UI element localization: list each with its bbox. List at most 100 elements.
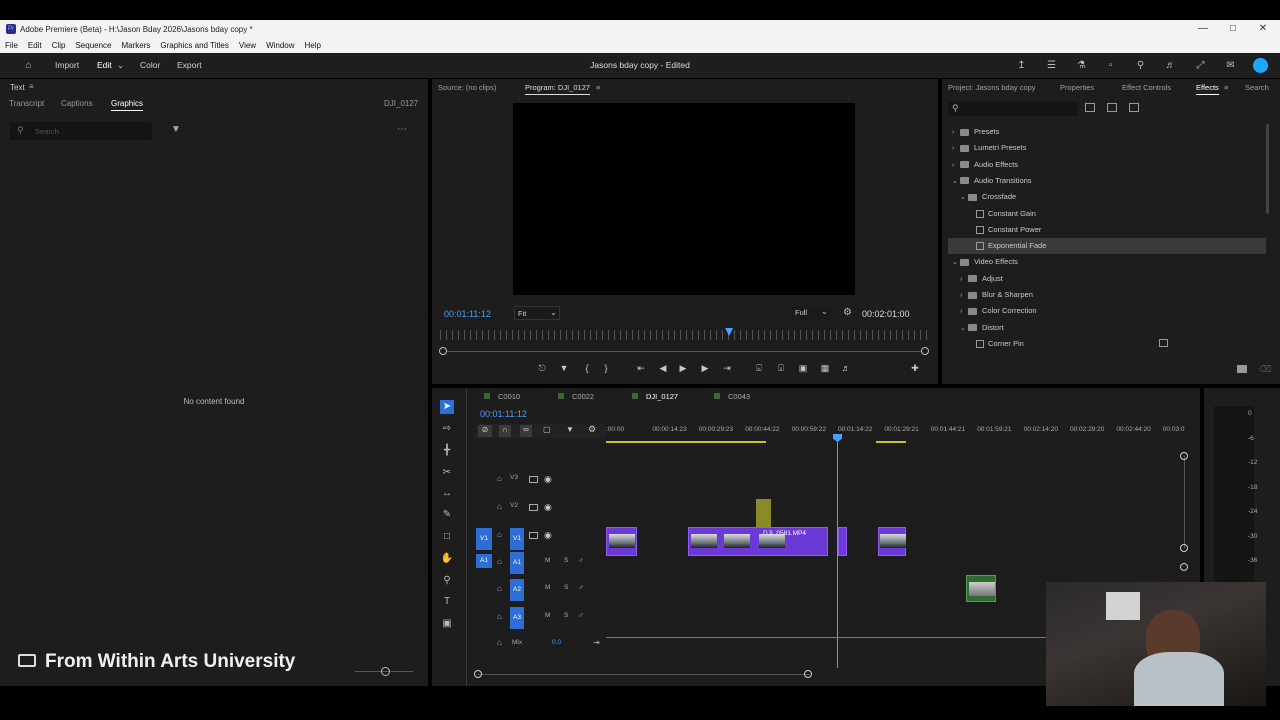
- go-to-out-icon[interactable]: ⇥: [721, 362, 733, 374]
- export-tab[interactable]: Export: [177, 53, 202, 78]
- track-label[interactable]: V2: [510, 502, 518, 509]
- step-back-icon[interactable]: ◀: [657, 362, 669, 374]
- solo-button[interactable]: S: [564, 612, 568, 619]
- menu-edit[interactable]: Edit: [28, 41, 42, 50]
- tab-transcript[interactable]: Transcript: [9, 99, 44, 108]
- microphone-icon[interactable]: ♂: [578, 611, 584, 620]
- effects-tree-item[interactable]: ⌄ Distort: [948, 320, 1266, 336]
- insert-marker-icon[interactable]: ⎋: [536, 362, 548, 374]
- effects-tree-item[interactable]: Constant Power: [948, 222, 1266, 238]
- effects-tree-item[interactable]: Exponential Fade: [948, 238, 1266, 255]
- clip-v1[interactable]: [878, 527, 906, 556]
- clip-audio-a2[interactable]: [966, 575, 996, 602]
- lock-icon[interactable]: ⌂: [497, 502, 502, 511]
- mute-button[interactable]: M: [545, 557, 550, 564]
- effects-tree-item[interactable]: › Presets: [948, 124, 1266, 140]
- clip-v1[interactable]: [838, 527, 847, 556]
- lift-icon[interactable]: ⌺: [753, 362, 765, 374]
- tab-graphics[interactable]: Graphics: [111, 99, 144, 111]
- rectangle-icon[interactable]: □: [440, 530, 454, 544]
- chevron-right-icon[interactable]: ›: [952, 125, 960, 141]
- playhead-timecode[interactable]: 00:01:11:12: [444, 309, 491, 319]
- sequence-tab[interactable]: C0010: [484, 392, 520, 401]
- clip-v1[interactable]: [606, 527, 637, 556]
- chevron-right-icon[interactable]: ›: [960, 272, 968, 288]
- razor-icon[interactable]: ✂: [440, 466, 454, 480]
- tab-search[interactable]: Search: [1245, 83, 1269, 92]
- menu-sequence[interactable]: Sequence: [75, 41, 111, 50]
- menu-help[interactable]: Help: [305, 41, 321, 50]
- scroll-handle[interactable]: [1180, 544, 1188, 552]
- effects-tree-item[interactable]: ⌄ Audio Transitions: [948, 173, 1266, 189]
- wrench-icon[interactable]: ⚙: [843, 307, 852, 318]
- effects-tree-item[interactable]: › Audio Effects: [948, 157, 1266, 173]
- tab-effect-controls[interactable]: Effect Controls: [1122, 83, 1171, 92]
- vertical-scrollbar[interactable]: [1184, 456, 1185, 548]
- scrollbar[interactable]: [1266, 124, 1269, 214]
- trash-icon[interactable]: ⌫: [1259, 364, 1272, 375]
- snap-icon[interactable]: ∩: [499, 425, 511, 437]
- effects-search-input[interactable]: ⚲: [948, 102, 1078, 116]
- chevron-right-icon[interactable]: ›: [952, 141, 960, 157]
- selection-tool-icon[interactable]: ➤: [440, 400, 454, 414]
- quality-select[interactable]: Full ⌄: [792, 306, 832, 320]
- avatar[interactable]: [1253, 58, 1268, 73]
- yuv-effects-icon[interactable]: [1129, 103, 1139, 112]
- 32bit-effects-icon[interactable]: [1107, 103, 1117, 112]
- mark-in-icon[interactable]: {: [581, 362, 593, 374]
- panel-menu-icon[interactable]: ≡: [29, 82, 34, 91]
- clip-v1-main[interactable]: DJI_0581.MP4: [688, 527, 828, 556]
- pen-icon[interactable]: ✎: [440, 508, 454, 522]
- extract-icon[interactable]: ⌻: [775, 362, 787, 374]
- mix-value[interactable]: 0.0: [552, 639, 561, 646]
- scroll-handle[interactable]: [474, 670, 482, 678]
- menu-window[interactable]: Window: [266, 41, 294, 50]
- flask-icon[interactable]: ⚗: [1075, 59, 1088, 72]
- microphone-icon[interactable]: ♂: [578, 556, 584, 565]
- import-tab[interactable]: Import: [55, 53, 79, 78]
- color-tab[interactable]: Color: [140, 53, 160, 78]
- magnify-icon[interactable]: ⚲: [1134, 59, 1147, 72]
- mute-button[interactable]: M: [545, 584, 550, 591]
- zoom-icon[interactable]: ⚲: [440, 574, 454, 588]
- panel-menu-icon[interactable]: ≡: [596, 83, 600, 92]
- tab-source[interactable]: Source: (no clips): [438, 83, 496, 92]
- scroll-handle[interactable]: [1180, 563, 1188, 571]
- feedback-icon[interactable]: ✉: [1224, 59, 1237, 72]
- effects-tree-item[interactable]: Corner Pin: [948, 336, 1266, 352]
- eye-icon[interactable]: ◉: [544, 502, 552, 513]
- marker-icon[interactable]: ▼: [566, 425, 574, 434]
- add-marker-icon[interactable]: ▢: [543, 425, 551, 434]
- tab-project[interactable]: Project: Jasons bday copy: [948, 83, 1036, 92]
- menu-view[interactable]: View: [239, 41, 256, 50]
- linked-selection-icon[interactable]: ∞: [520, 425, 532, 437]
- sync-lock-icon[interactable]: [529, 504, 538, 511]
- track-label[interactable]: V1: [510, 528, 524, 550]
- type-tool-icon[interactable]: T: [440, 595, 454, 609]
- effects-tree-item[interactable]: › Blur & Sharpen: [948, 287, 1266, 303]
- add-marker-icon[interactable]: ▼: [558, 362, 570, 374]
- edit-tab[interactable]: Edit: [97, 53, 112, 78]
- effects-tree-item[interactable]: › Color Correction: [948, 303, 1266, 319]
- step-forward-icon[interactable]: ▶: [699, 362, 711, 374]
- zoom-bar-right-handle[interactable]: [921, 347, 929, 355]
- effects-tree-item[interactable]: Constant Gain: [948, 206, 1266, 222]
- zoom-bar-left-handle[interactable]: [439, 347, 447, 355]
- horizontal-scrollbar[interactable]: [478, 674, 810, 675]
- accelerated-effects-icon[interactable]: [1085, 103, 1095, 112]
- track-label[interactable]: A1: [510, 552, 524, 574]
- lock-icon[interactable]: ⌂: [497, 638, 502, 647]
- lock-icon[interactable]: ⌂: [497, 584, 502, 593]
- chat-icon[interactable]: ▫: [1104, 59, 1117, 72]
- chevron-down-icon[interactable]: ⌄: [117, 53, 124, 78]
- sync-lock-icon[interactable]: [529, 476, 538, 483]
- zoom-slider-handle[interactable]: [381, 667, 390, 676]
- wrench-icon[interactable]: ⚙: [588, 424, 596, 435]
- effects-tree-item[interactable]: ⌄ Video Effects: [948, 254, 1266, 270]
- home-icon[interactable]: ⌂: [22, 59, 35, 72]
- menu-file[interactable]: File: [5, 41, 18, 50]
- scroll-handle[interactable]: [1180, 452, 1188, 460]
- mark-out-icon[interactable]: }: [600, 362, 612, 374]
- lock-icon[interactable]: ⌂: [497, 612, 502, 621]
- share-icon[interactable]: ↥: [1015, 59, 1028, 72]
